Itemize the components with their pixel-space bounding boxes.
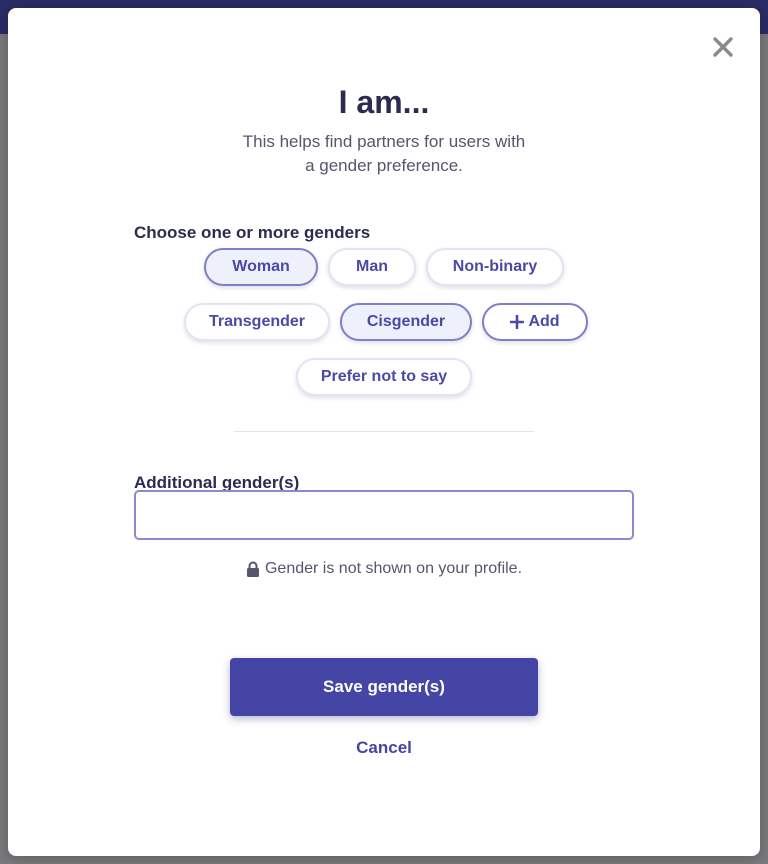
add-gender-button[interactable]: Add: [482, 303, 588, 341]
chip-label: Prefer not to say: [320, 368, 448, 385]
chip-label: Man: [356, 258, 388, 275]
gender-dialog: I am... This helps find partners for use…: [8, 8, 760, 856]
cancel-button[interactable]: Cancel: [8, 738, 760, 758]
gender-chip-man[interactable]: Man: [328, 248, 416, 286]
subtitle-line-1: This helps find partners for users with: [242, 132, 526, 151]
chip-label: Non-binary: [452, 258, 538, 275]
chip-label: Cisgender: [366, 313, 446, 330]
genders-label: Choose one or more genders: [134, 223, 371, 242]
chip-label: Transgender: [208, 313, 306, 330]
chip-label: Woman: [232, 258, 290, 275]
close-icon: [713, 37, 733, 57]
dialog-subtitle: This helps find partners for users with …: [224, 130, 544, 178]
lock-icon: [246, 561, 259, 577]
plus-icon: [510, 315, 525, 329]
gender-chip-non-binary[interactable]: Non-binary: [426, 248, 564, 286]
close-button[interactable]: [710, 34, 736, 60]
additional-genders-input[interactable]: [134, 490, 634, 540]
save-button[interactable]: Save gender(s): [230, 658, 538, 716]
gender-chip-woman[interactable]: Woman: [204, 248, 318, 286]
privacy-text: Gender is not shown on your profile.: [264, 560, 523, 577]
gender-chip-transgender[interactable]: Transgender: [184, 303, 330, 341]
privacy-note: Gender is not shown on your profile.: [8, 560, 760, 578]
chip-label: Add: [528, 313, 560, 330]
gender-chip-cisgender[interactable]: Cisgender: [340, 303, 472, 341]
subtitle-line-2: a gender preference.: [305, 156, 463, 175]
gender-chip-prefer-not-to-say[interactable]: Prefer not to say: [296, 358, 472, 396]
dialog-title: I am...: [338, 84, 430, 120]
section-divider: [234, 431, 534, 432]
